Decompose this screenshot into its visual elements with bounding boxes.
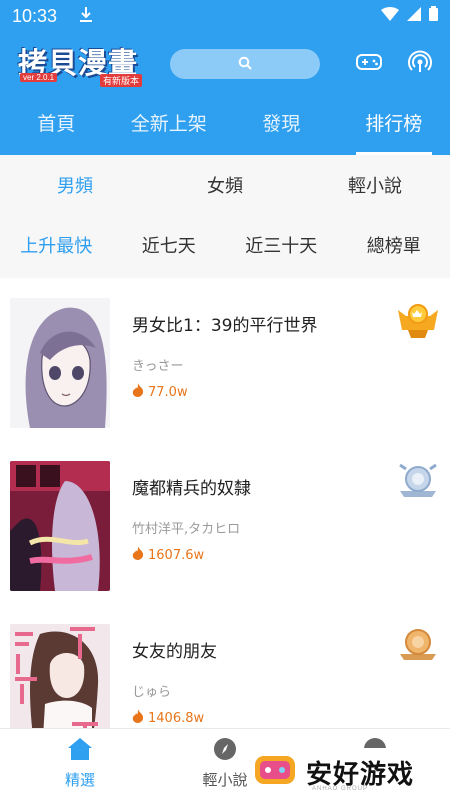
watermark-text: 安好游戏 bbox=[306, 759, 415, 790]
cover-image[interactable] bbox=[10, 461, 110, 591]
battery-icon bbox=[429, 6, 438, 26]
item-author: きっさー bbox=[132, 359, 184, 374]
status-icons bbox=[381, 6, 438, 26]
period-rising[interactable]: 上升最快 bbox=[0, 232, 113, 258]
bottom-nav-home-label: 精選 bbox=[64, 771, 95, 789]
period-all-time[interactable]: 總榜單 bbox=[338, 232, 450, 258]
logo-version: ver 2.0.1 bbox=[20, 73, 58, 82]
header: 10:33 拷貝漫畫 ver 2.0.1 有新版本 首頁 全新上架 發現 排行榜 bbox=[0, 0, 450, 155]
popularity: 77.0w bbox=[132, 383, 188, 401]
ranking-list: 男女比1：39的平行世界 きっさー 77.0w 魔都精兵的奴隸 竹村洋平,タカヒ… bbox=[0, 278, 450, 754]
item-title[interactable]: 魔都精兵的奴隸 bbox=[132, 474, 251, 499]
flame-icon bbox=[132, 709, 144, 727]
app-bar-actions bbox=[356, 50, 432, 78]
list-item[interactable]: 男女比1：39的平行世界 きっさー 77.0w bbox=[0, 278, 450, 441]
silver-medal-icon bbox=[396, 463, 440, 503]
bottom-nav-home[interactable]: 精選 bbox=[40, 737, 120, 790]
filter-female[interactable]: 女頻 bbox=[150, 172, 300, 198]
item-title[interactable]: 女友的朋友 bbox=[132, 637, 217, 662]
filter-male[interactable]: 男頻 bbox=[0, 172, 150, 198]
period-filter: 上升最快 近七天 近三十天 總榜單 bbox=[0, 215, 450, 275]
flame-icon bbox=[132, 383, 144, 401]
wifi-icon bbox=[381, 6, 399, 26]
search-icon bbox=[238, 55, 252, 74]
cover-image[interactable] bbox=[10, 298, 110, 428]
filter-light-novel[interactable]: 輕小說 bbox=[300, 172, 450, 198]
item-author: 竹村洋平,タカヒロ bbox=[132, 522, 241, 537]
tab-rankings[interactable]: 排行榜 bbox=[338, 96, 450, 155]
popularity-value: 1607.6w bbox=[148, 547, 205, 563]
app-screen: 10:33 拷貝漫畫 ver 2.0.1 有新版本 首頁 全新上架 發現 排行榜… bbox=[0, 0, 450, 800]
signal-icon bbox=[407, 6, 421, 26]
bronze-medal-icon bbox=[396, 626, 440, 666]
list-item[interactable]: 魔都精兵的奴隸 竹村洋平,タカヒロ 1607.6w bbox=[0, 441, 450, 604]
tab-home[interactable]: 首頁 bbox=[0, 96, 113, 155]
popularity-value: 1406.8w bbox=[148, 710, 205, 726]
app-bar: 拷貝漫畫 ver 2.0.1 有新版本 bbox=[0, 32, 450, 96]
game-console-logo-icon bbox=[252, 750, 298, 794]
app-logo: 拷貝漫畫 ver 2.0.1 有新版本 bbox=[18, 40, 148, 88]
popularity-value: 77.0w bbox=[148, 384, 188, 400]
watermark-subtext: ANHAO GROUP bbox=[312, 786, 369, 792]
gamepad-icon[interactable] bbox=[356, 53, 382, 75]
item-author: じゅら bbox=[132, 685, 172, 700]
main-tabs: 首頁 全新上架 發現 排行榜 bbox=[0, 96, 450, 155]
period-7-days[interactable]: 近七天 bbox=[113, 232, 226, 258]
download-icon bbox=[79, 6, 93, 26]
watermark: 安好游戏 ANHAO GROUP bbox=[252, 748, 442, 796]
broadcast-icon[interactable] bbox=[408, 50, 432, 78]
flame-icon bbox=[132, 546, 144, 564]
gender-filter: 男頻 女頻 輕小說 bbox=[0, 155, 450, 215]
gold-medal-icon bbox=[396, 300, 440, 340]
period-30-days[interactable]: 近三十天 bbox=[225, 232, 338, 258]
status-time: 10:33 bbox=[12, 5, 58, 26]
tab-new-releases[interactable]: 全新上架 bbox=[113, 96, 226, 155]
status-bar: 10:33 bbox=[0, 0, 450, 32]
item-title[interactable]: 男女比1：39的平行世界 bbox=[132, 311, 317, 336]
tab-discover[interactable]: 發現 bbox=[225, 96, 338, 155]
popularity: 1607.6w bbox=[132, 546, 204, 564]
search-bar[interactable] bbox=[170, 49, 320, 79]
compass-icon bbox=[213, 738, 237, 765]
popularity: 1406.8w bbox=[132, 709, 204, 727]
home-icon bbox=[67, 738, 93, 765]
update-badge[interactable]: 有新版本 bbox=[100, 74, 143, 87]
